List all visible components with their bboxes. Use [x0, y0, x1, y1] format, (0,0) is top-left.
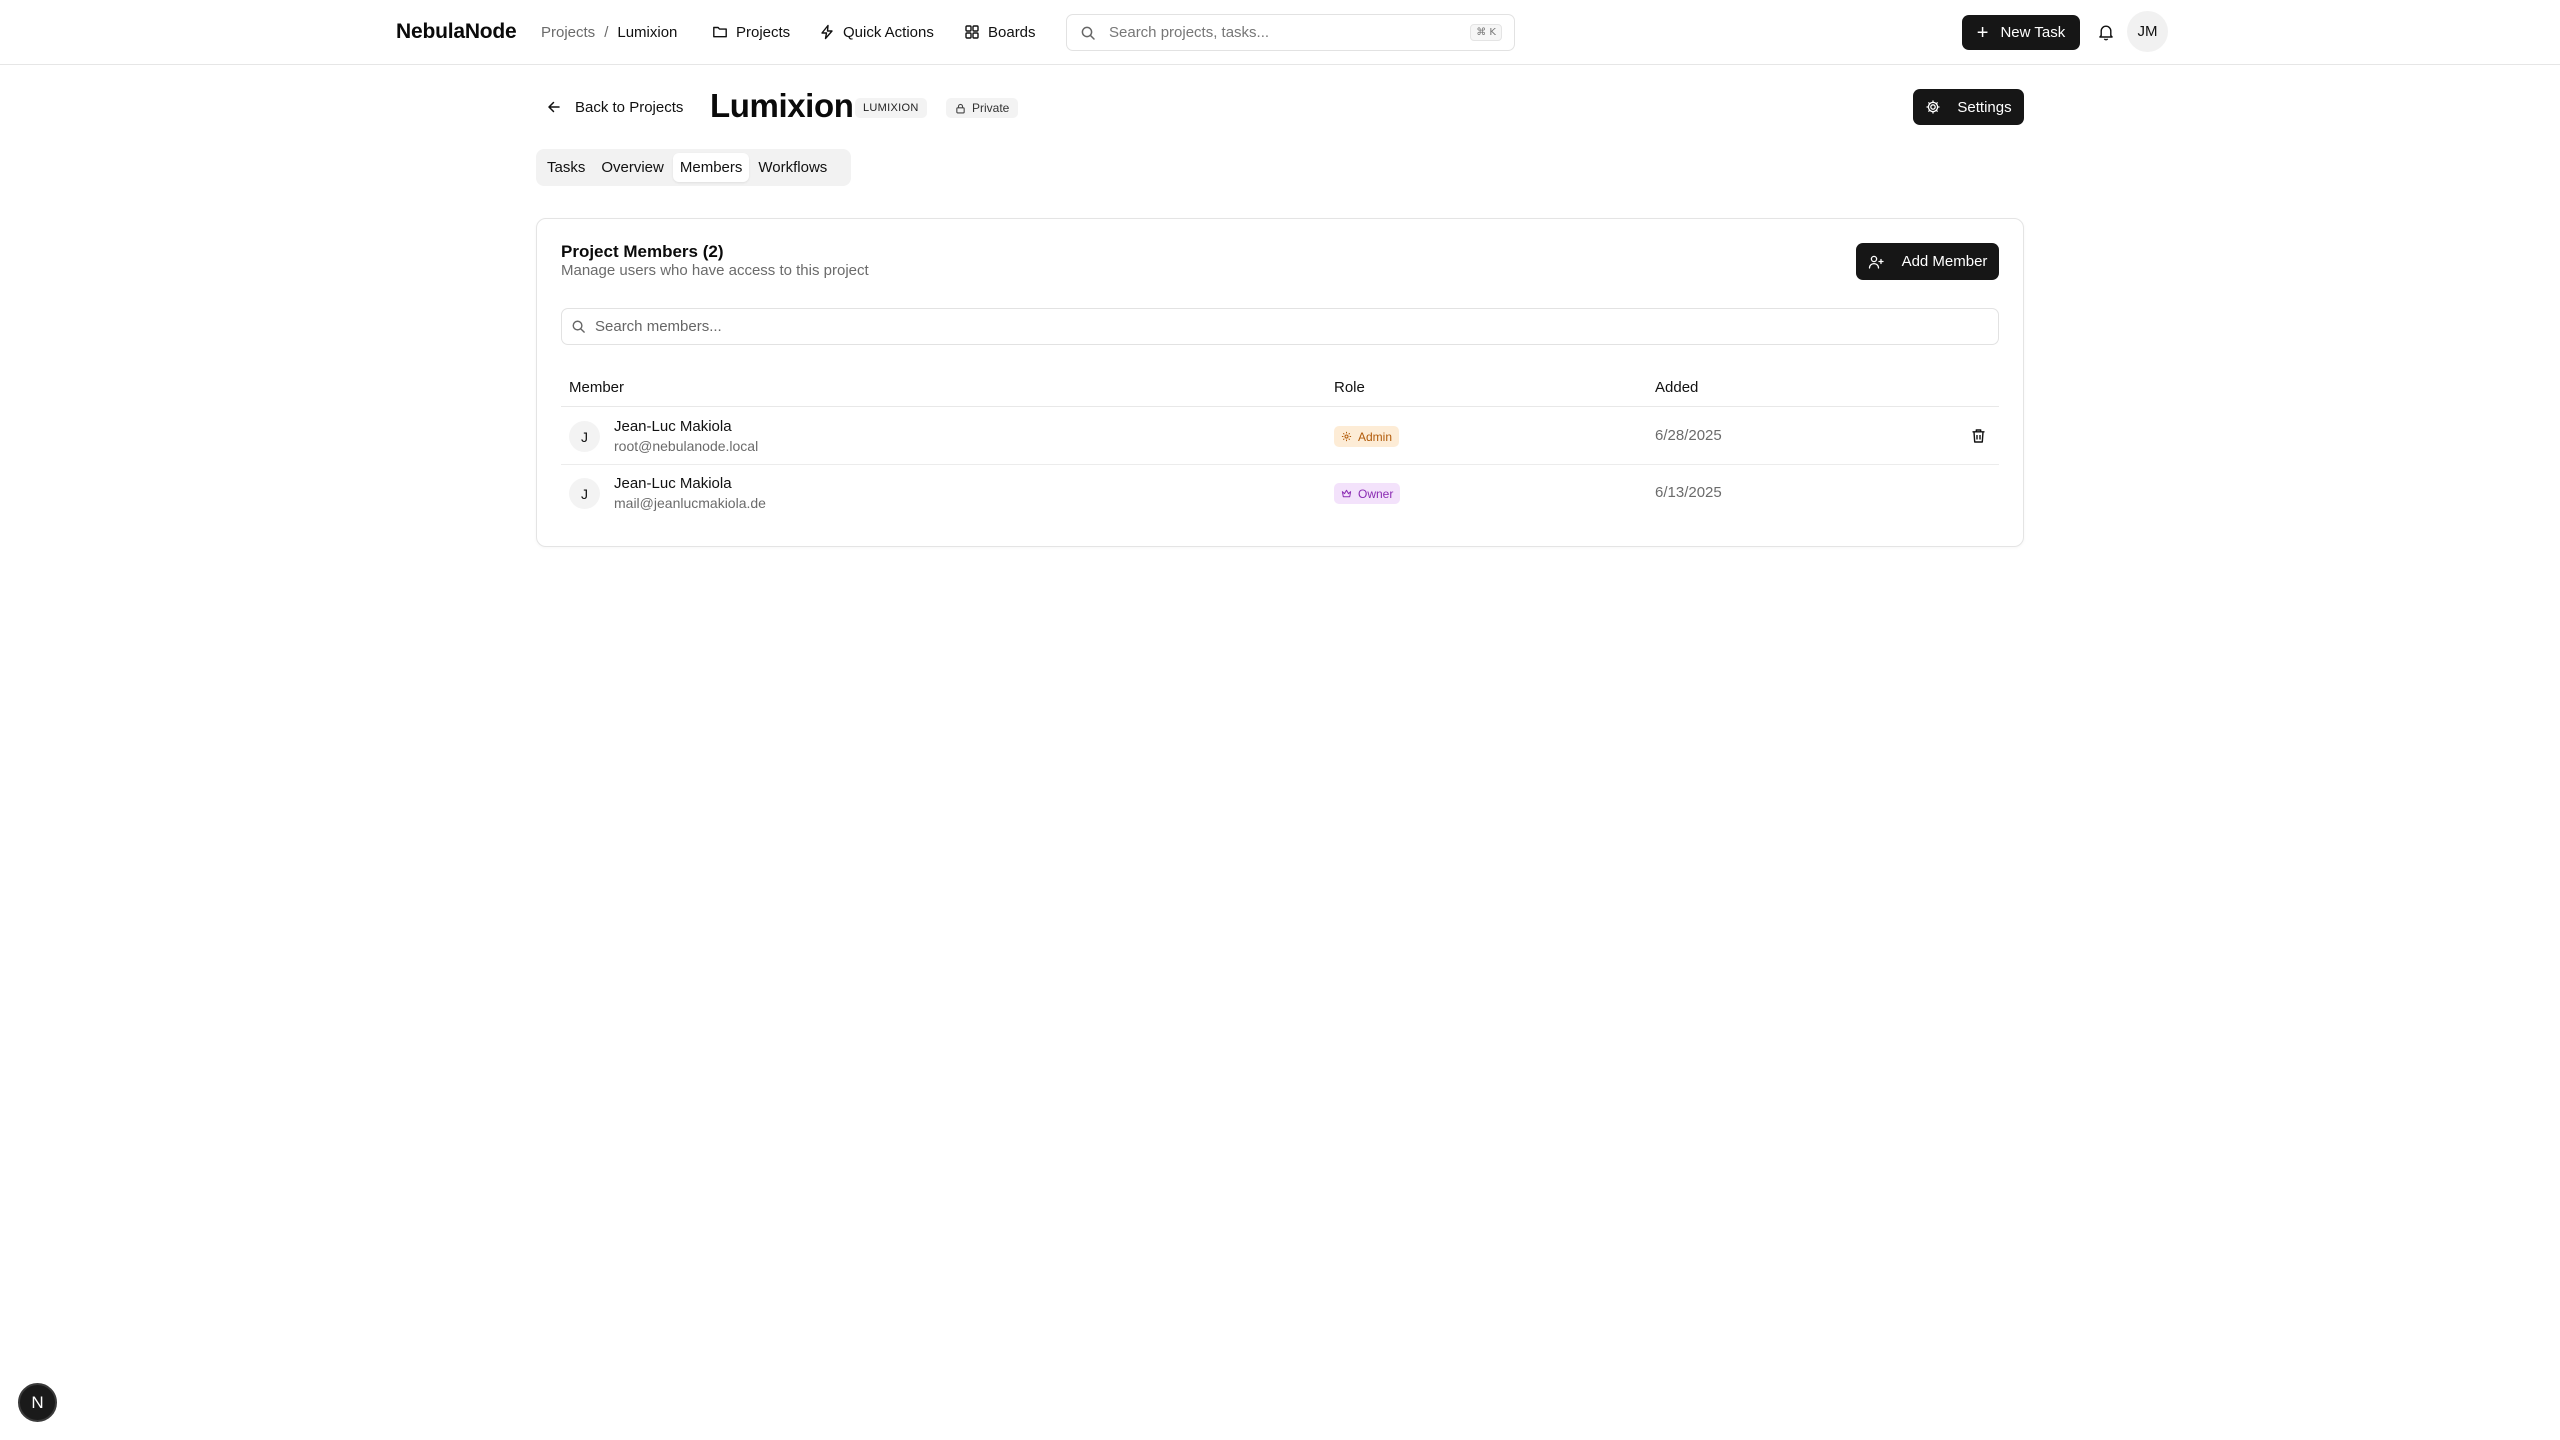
crown-icon	[1341, 489, 1352, 498]
member-name: Jean-Luc Makiola	[614, 418, 732, 435]
plus-icon: +	[1976, 21, 1989, 44]
role-label: Admin	[1358, 429, 1393, 444]
member-avatar: J	[569, 478, 600, 509]
visibility-label: Private	[972, 101, 1010, 115]
members-table-header: Member Role Added	[561, 377, 1999, 407]
top-bar: NebulaNode Projects / Lumixion Projects …	[0, 0, 2560, 65]
column-header-member: Member	[569, 379, 625, 396]
member-avatar: J	[569, 421, 600, 452]
bell-icon	[2099, 25, 2113, 41]
brand-logo[interactable]: NebulaNode	[396, 18, 517, 46]
members-card-title: Project Members (2)	[561, 242, 724, 261]
back-to-projects-label: Back to Projects	[575, 98, 684, 116]
grid-icon	[965, 25, 979, 39]
gear-icon	[1926, 100, 1940, 114]
search-icon	[1081, 26, 1095, 40]
table-row: J Jean-Luc Makiola root@nebulanode.local…	[561, 408, 1999, 465]
nav-boards[interactable]: Boards	[964, 18, 1036, 46]
role-label: Owner	[1358, 486, 1394, 501]
arrow-left-icon	[548, 101, 560, 113]
role-badge-owner: Owner	[1334, 483, 1401, 504]
project-key-badge: LUMIXION	[855, 98, 927, 118]
new-task-label: New Task	[2000, 24, 2066, 41]
member-email: root@nebulanode.local	[614, 438, 759, 454]
breadcrumb-current: Lumixion	[617, 24, 678, 41]
user-plus-icon	[1868, 255, 1884, 269]
members-card: Project Members (2) Manage users who hav…	[536, 218, 2024, 547]
nav-boards-label: Boards	[988, 23, 1036, 41]
table-row: J Jean-Luc Makiola mail@jeanlucmakiola.d…	[561, 465, 1999, 522]
nav-quick-actions-label: Quick Actions	[843, 23, 934, 41]
tab-workflows[interactable]: Workflows	[751, 153, 834, 182]
member-email: mail@jeanlucmakiola.de	[614, 495, 766, 511]
member-added-date: 6/28/2025	[1655, 427, 1722, 444]
nav-projects-label: Projects	[736, 23, 791, 41]
search-icon	[572, 320, 585, 333]
new-task-button[interactable]: + New Task	[1962, 15, 2080, 50]
folder-icon	[713, 26, 727, 38]
breadcrumb: Projects / Lumixion	[541, 23, 677, 43]
back-to-projects-link[interactable]: Back to Projects	[546, 96, 683, 118]
breadcrumb-separator: /	[604, 24, 609, 41]
page-title: Lumixion	[710, 87, 854, 124]
search-shortcut-hint: ⌘ K	[1470, 24, 1502, 41]
column-header-added: Added	[1655, 379, 1699, 396]
member-search[interactable]	[561, 308, 1999, 345]
tab-members[interactable]: Members	[672, 153, 750, 182]
shield-icon	[1341, 431, 1352, 442]
remove-member-button[interactable]	[1968, 426, 1988, 446]
role-badge-admin: Admin	[1334, 426, 1400, 447]
member-search-input[interactable]	[595, 318, 1998, 335]
member-added-date: 6/13/2025	[1655, 484, 1722, 501]
add-member-button[interactable]: Add Member	[1856, 243, 1999, 280]
members-card-subtitle: Manage users who have access to this pro…	[561, 262, 869, 279]
global-search[interactable]: ⌘ K	[1066, 14, 1515, 51]
lightning-icon	[821, 24, 833, 40]
settings-button[interactable]: Settings	[1913, 89, 2024, 125]
nav-projects[interactable]: Projects	[712, 18, 790, 46]
add-member-label: Add Member	[1901, 253, 1988, 270]
dev-tools-button[interactable]: N	[18, 1383, 57, 1422]
user-avatar[interactable]: JM	[2127, 11, 2168, 52]
tab-overview[interactable]: Overview	[594, 153, 671, 182]
project-tabs: Tasks Overview Members Workflows	[536, 149, 851, 186]
trash-icon	[1972, 429, 1984, 443]
notifications-button[interactable]	[2096, 21, 2116, 43]
column-header-role: Role	[1334, 379, 1365, 396]
nav-quick-actions[interactable]: Quick Actions	[819, 18, 934, 46]
settings-label: Settings	[1957, 98, 2012, 116]
global-search-input[interactable]	[1109, 24, 1471, 41]
tab-tasks[interactable]: Tasks	[540, 153, 592, 182]
lock-icon	[956, 103, 965, 113]
member-name: Jean-Luc Makiola	[614, 475, 732, 492]
breadcrumb-projects-link[interactable]: Projects	[541, 23, 595, 43]
visibility-badge: Private	[946, 98, 1019, 118]
